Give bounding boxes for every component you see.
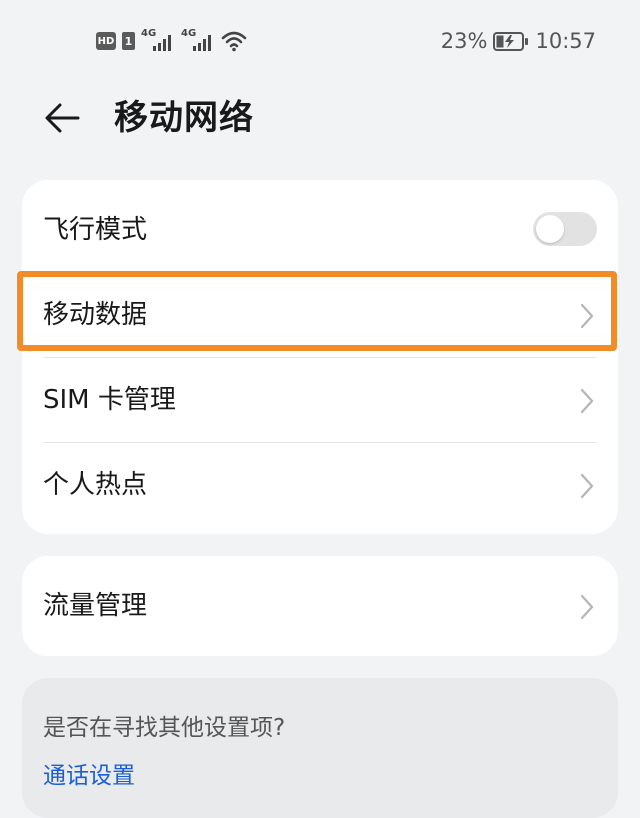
sim-1-icon: 1 bbox=[122, 32, 135, 50]
page-title: 移动网络 bbox=[114, 98, 254, 138]
chevron-right-icon bbox=[580, 388, 594, 414]
battery-charging-icon bbox=[493, 31, 529, 51]
sim-management-row[interactable]: SIM 卡管理 bbox=[22, 358, 618, 443]
traffic-management-label: 流量管理 bbox=[43, 591, 148, 621]
traffic-management-card: 流量管理 bbox=[22, 556, 618, 656]
status-left: HD 1 4G 4G bbox=[96, 28, 247, 54]
app-header: 移动网络 bbox=[0, 82, 640, 154]
sim-management-label: SIM 卡管理 bbox=[43, 385, 176, 415]
personal-hotspot-row[interactable]: 个人热点 bbox=[22, 443, 618, 528]
battery-percent: 23% bbox=[440, 29, 488, 53]
signal-2-icon: 4G bbox=[181, 28, 215, 53]
call-settings-link[interactable]: 通话设置 bbox=[43, 756, 135, 790]
chevron-right-icon bbox=[580, 473, 594, 499]
traffic-management-row[interactable]: 流量管理 bbox=[22, 564, 618, 649]
hd-voice-icon: HD bbox=[96, 32, 116, 50]
suggestions-title: 是否在寻找其他设置项? bbox=[43, 715, 286, 741]
clock: 10:57 bbox=[535, 29, 596, 53]
chevron-right-icon bbox=[580, 303, 594, 329]
mobile-data-label: 移动数据 bbox=[43, 300, 148, 330]
chevron-right-icon bbox=[580, 594, 594, 620]
mobile-network-settings-card: 飞行模式 移动数据 SIM 卡管理 个人热点 bbox=[22, 180, 618, 534]
status-right: 23% 10:57 bbox=[441, 28, 596, 54]
wifi-icon bbox=[221, 31, 247, 52]
mobile-data-row[interactable]: 移动数据 bbox=[22, 273, 618, 358]
signal-1-icon: 4G bbox=[141, 28, 175, 53]
airplane-mode-row[interactable]: 飞行模式 bbox=[22, 188, 618, 273]
back-arrow-icon[interactable] bbox=[42, 98, 82, 138]
status-bar: HD 1 4G 4G 23% 10:57 bbox=[0, 0, 640, 82]
personal-hotspot-label: 个人热点 bbox=[43, 470, 148, 500]
suggestions-card: 是否在寻找其他设置项? 通话设置 bbox=[22, 678, 618, 818]
toggle-knob bbox=[536, 215, 564, 243]
airplane-mode-label: 飞行模式 bbox=[43, 215, 148, 245]
airplane-mode-toggle[interactable] bbox=[533, 212, 597, 246]
